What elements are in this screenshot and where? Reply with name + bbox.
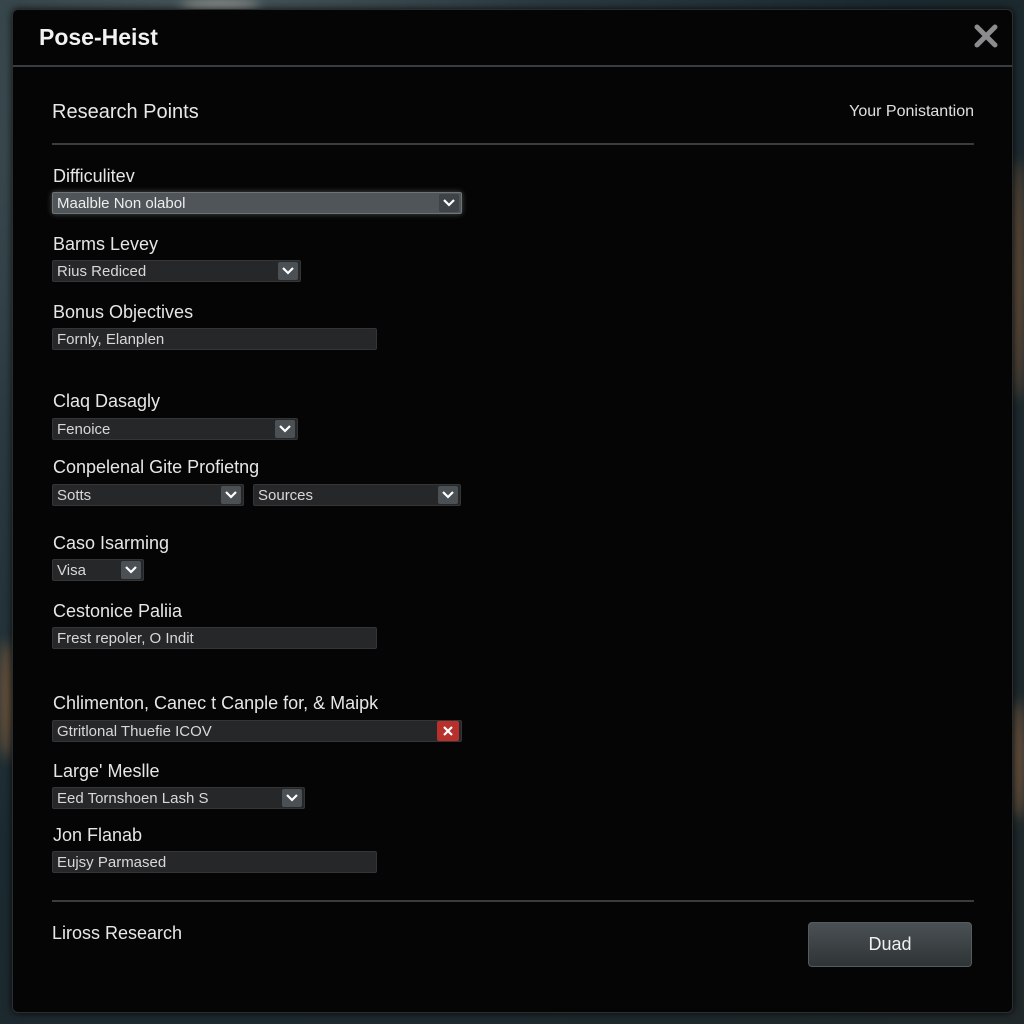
field-label: Difficulitev: [53, 166, 135, 186]
dropdown-value: Sources: [258, 487, 314, 504]
title-bar: Pose-Heist: [13, 10, 1012, 67]
chevron-down-icon: [121, 561, 141, 579]
chevron-down-icon: [439, 194, 459, 212]
dropdown-value: Sotts: [57, 487, 92, 504]
research-dialog: Pose-Heist Research Points Your Ponistan…: [12, 9, 1013, 1013]
input-value: Frest repoler, O Indit: [57, 630, 194, 647]
clear-button[interactable]: [437, 721, 459, 741]
chlimenton-input[interactable]: Gtritlonal Thuefie ICOV: [52, 720, 462, 742]
sort-dropdown[interactable]: Sotts: [52, 484, 244, 506]
caso-dropdown[interactable]: Visa: [52, 559, 144, 581]
dropdown-value: Maalble Non olabol: [57, 195, 186, 212]
window-title: Pose-Heist: [39, 24, 158, 50]
close-button[interactable]: [972, 22, 1000, 50]
input-value: Gtritlonal Thuefie ICOV: [57, 723, 212, 740]
field-label: Large' Meslle: [53, 761, 160, 781]
large-dropdown[interactable]: Eed Tornshoen Lash S: [52, 787, 305, 809]
cestonice-input[interactable]: Frest repoler, O Indit: [52, 627, 377, 649]
claq-dropdown[interactable]: Fenoice: [52, 418, 298, 440]
input-value: Fornly, Elanplen: [57, 331, 165, 348]
field-label: Jon Flanab: [53, 825, 143, 845]
field-label: Barms Levey: [53, 234, 159, 254]
section-title: Research Points: [52, 101, 199, 123]
clear-icon: [443, 726, 453, 736]
dropdown-value: Eed Tornshoen Lash S: [57, 790, 209, 807]
primary-button[interactable]: Duad: [808, 922, 972, 967]
field-label: Cestonice Paliia: [53, 601, 183, 621]
close-icon: [974, 24, 998, 48]
level-dropdown[interactable]: Rius Rediced: [52, 260, 301, 282]
field-label: Conpelenal Gite Profietng: [53, 457, 260, 477]
field-label: Chlimenton, Canec t Canple for, & Maipk: [53, 693, 379, 713]
chevron-down-icon: [282, 789, 302, 807]
difficulty-dropdown[interactable]: Maalble Non olabol: [52, 192, 462, 214]
dropdown-value: Visa: [57, 562, 86, 579]
dropdown-value: Fenoice: [57, 421, 111, 438]
field-label: Claq Dasagly: [53, 391, 161, 411]
field-label: Caso Isarming: [53, 533, 170, 553]
chevron-down-icon: [221, 486, 241, 504]
jon-input[interactable]: Eujsy Parmased: [52, 851, 377, 873]
divider: [52, 900, 974, 902]
dropdown-value: Rius Rediced: [57, 263, 147, 280]
button-label: Duad: [868, 934, 912, 954]
section-right-label: Your Ponistantion: [849, 103, 974, 120]
chevron-down-icon: [275, 420, 295, 438]
chevron-down-icon: [438, 486, 458, 504]
input-value: Eujsy Parmased: [57, 854, 167, 871]
field-label: Bonus Objectives: [53, 302, 194, 322]
bonus-objectives-input[interactable]: Fornly, Elanplen: [52, 328, 377, 350]
footer-label: Liross Research: [52, 923, 183, 943]
divider: [52, 143, 974, 145]
chevron-down-icon: [278, 262, 298, 280]
sources-dropdown[interactable]: Sources: [253, 484, 461, 506]
